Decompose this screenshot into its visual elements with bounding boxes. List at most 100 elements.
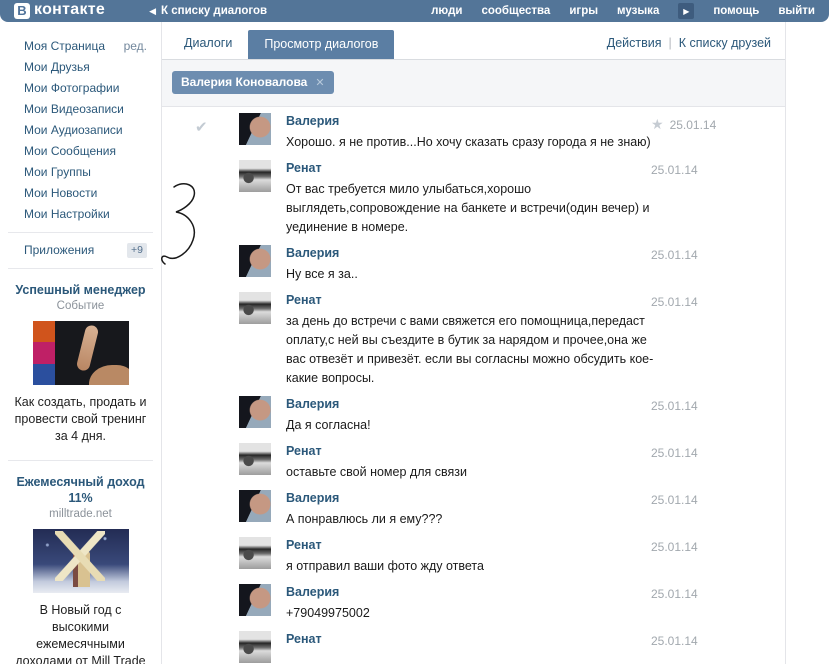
nav-item-communities[interactable]: сообщества — [481, 5, 550, 17]
sidebar-item-videos[interactable]: Мои Видеозаписи — [0, 99, 161, 120]
nav-item-people[interactable]: люди — [431, 5, 462, 17]
author-link[interactable]: Ренат — [286, 292, 658, 309]
sidebar-item-label: Мои Группы — [24, 165, 91, 179]
select-gutter — [162, 584, 239, 623]
nav-item-music[interactable]: музыка — [617, 5, 659, 17]
avatar[interactable] — [239, 490, 271, 522]
sidebar-item-label: Мои Друзья — [24, 60, 90, 74]
sidebar-item-friends[interactable]: Мои Друзья — [0, 57, 161, 78]
vk-logo[interactable]: В контакте — [14, 1, 105, 19]
ad-block-milltrade: Ежемесячный доход 11% milltrade.net В Но… — [0, 468, 161, 664]
sidebar-item-label: Мои Сообщения — [24, 144, 116, 158]
select-gutter — [162, 490, 239, 529]
message-row: Ренат за день до встречи с вами свяжется… — [162, 288, 785, 392]
message-row: Валерия Ну все я за.. 25.01.14 — [162, 241, 785, 288]
dialog-filter-chip[interactable]: Валерия Коновалова ✕ — [172, 71, 334, 94]
vk-logo-icon: В — [14, 3, 30, 19]
nav-item-games[interactable]: игры — [569, 5, 598, 17]
avatar[interactable] — [239, 631, 271, 663]
check-icon[interactable]: ✔ — [195, 118, 239, 136]
message-row: Ренат От вас требуется мило улыбаться,хо… — [162, 156, 785, 241]
friends-list-link[interactable]: К списку друзей — [679, 36, 771, 50]
divider — [8, 460, 153, 461]
nav-item-logout[interactable]: выйти — [778, 5, 815, 17]
color-strip — [32, 321, 55, 385]
top-header: В контакте ◀ К списку диалогов люди сооб… — [0, 0, 829, 22]
sidebar-item-groups[interactable]: Мои Группы — [0, 162, 161, 183]
message-list: ✔ Валерия Хорошо. я не против...Но хочу … — [162, 107, 785, 664]
avatar[interactable] — [239, 160, 271, 192]
close-icon[interactable]: ✕ — [315, 76, 324, 89]
ad-description: В Новый год с высокими ежемесячными дохо… — [15, 603, 146, 664]
ad-image-pointing-finger[interactable] — [32, 321, 129, 385]
ad-image-windmill[interactable] — [32, 529, 129, 593]
author-link[interactable]: Валерия — [286, 584, 658, 601]
sidebar-item-messages[interactable]: Мои Сообщения — [0, 141, 161, 162]
edit-link[interactable]: ред. — [124, 36, 147, 57]
author-link[interactable]: Валерия — [286, 113, 658, 130]
author-link[interactable]: Валерия — [286, 396, 658, 413]
message-row: Ренат оставьте свой номер для связи 25.0… — [162, 439, 785, 486]
ad-title-link[interactable]: Успешный менеджер — [13, 282, 148, 298]
message-row: Ренат 25.01.14 — [162, 627, 785, 664]
sidebar: ред. Моя Страница Мои Друзья Мои Фотогра… — [0, 22, 161, 664]
sidebar-item-photos[interactable]: Мои Фотографии — [0, 78, 161, 99]
message-text: Да я согласна! — [286, 418, 371, 432]
message-date: 25.01.14 — [651, 399, 698, 413]
avatar[interactable] — [239, 292, 271, 324]
nav-more-button[interactable]: ▶ — [678, 3, 695, 19]
message-text: Ну все я за.. — [286, 267, 358, 281]
message-date: 25.01.14 — [651, 163, 698, 177]
select-gutter — [162, 396, 239, 435]
select-gutter — [162, 631, 239, 663]
tab-bar: Диалоги Просмотр диалогов Действия | К с… — [162, 22, 785, 60]
avatar[interactable] — [239, 245, 271, 277]
hand-photo-area — [54, 321, 129, 385]
avatar[interactable] — [239, 537, 271, 569]
author-link[interactable]: Ренат — [286, 160, 658, 177]
nav-item-help[interactable]: помощь — [713, 5, 759, 17]
author-link[interactable]: Ренат — [286, 631, 658, 648]
message-date: 25.01.14 — [651, 248, 698, 262]
forward-arrow-icon: ▶ — [683, 6, 690, 16]
sidebar-item-label: Мои Видеозаписи — [24, 102, 124, 116]
sidebar-item-audios[interactable]: Мои Аудиозаписи — [0, 120, 161, 141]
ad-subtitle: milltrade.net — [49, 508, 112, 520]
select-gutter — [162, 160, 239, 237]
chip-label: Валерия Коновалова — [181, 75, 308, 89]
author-link[interactable]: Валерия — [286, 245, 658, 262]
tab-dialogs[interactable]: Диалоги — [162, 36, 248, 59]
back-to-dialogs-link[interactable]: ◀ К списку диалогов — [149, 5, 267, 17]
sidebar-item-my-page[interactable]: ред. Моя Страница — [0, 36, 161, 57]
sidebar-item-label: Мои Аудиозаписи — [24, 123, 123, 137]
back-arrow-icon: ◀ — [149, 5, 157, 16]
sidebar-item-apps[interactable]: +9 Приложения — [0, 240, 161, 261]
ad-title-link[interactable]: Ежемесячный доход 11% — [13, 474, 148, 506]
star-icon[interactable]: ★ — [651, 116, 664, 133]
avatar[interactable] — [239, 443, 271, 475]
sidebar-item-settings[interactable]: Мои Настройки — [0, 204, 161, 225]
avatar[interactable] — [239, 113, 271, 145]
message-text: От вас требуется мило улыбаться,хорошо в… — [286, 182, 650, 234]
avatar[interactable] — [239, 584, 271, 616]
sidebar-item-label: Моя Страница — [24, 39, 106, 53]
author-link[interactable]: Ренат — [286, 443, 658, 460]
sidebar-item-label: Мои Новости — [24, 186, 98, 200]
actions-link[interactable]: Действия — [607, 36, 662, 50]
message-row: Ренат я отправил ваши фото жду ответа 25… — [162, 533, 785, 580]
divider — [8, 232, 153, 233]
avatar[interactable] — [239, 396, 271, 428]
message-row: Валерия А понравлюсь ли я ему??? 25.01.1… — [162, 486, 785, 533]
message-text: Хорошо. я не против...Но хочу сказать ср… — [286, 135, 651, 149]
top-nav: люди сообщества игры музыка ▶ помощь вый… — [431, 3, 815, 19]
author-link[interactable]: Ренат — [286, 537, 658, 554]
apps-count-badge: +9 — [127, 243, 147, 258]
dialogs-panel: Диалоги Просмотр диалогов Действия | К с… — [161, 22, 786, 664]
separator: | — [668, 36, 672, 50]
tab-view-dialogs[interactable]: Просмотр диалогов — [248, 30, 395, 59]
sidebar-item-news[interactable]: Мои Новости — [0, 183, 161, 204]
message-date: 25.01.14 — [651, 295, 698, 309]
message-text: А понравлюсь ли я ему??? — [286, 512, 443, 526]
author-link[interactable]: Валерия — [286, 490, 658, 507]
sidebar-item-label: Мои Фотографии — [24, 81, 120, 95]
